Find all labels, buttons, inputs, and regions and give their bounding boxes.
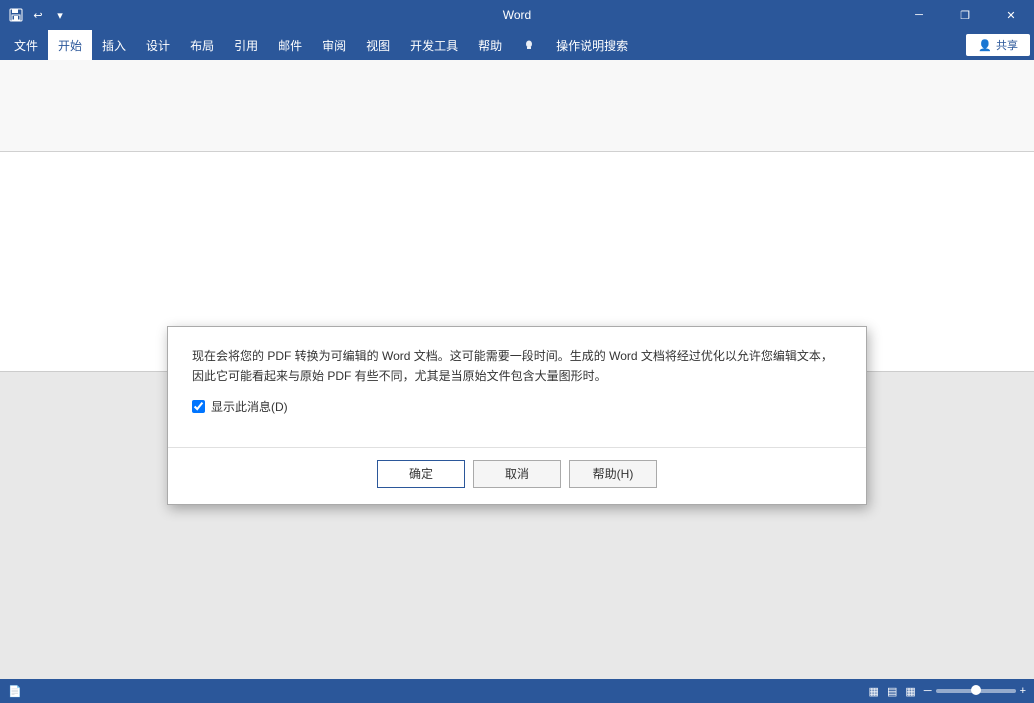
share-area: 👤 共享 <box>966 34 1030 56</box>
undo-button[interactable]: ↩ <box>30 7 46 23</box>
tab-references[interactable]: 引用 <box>224 30 268 60</box>
layout-icon-3[interactable]: ▦ <box>905 685 915 698</box>
user-icon: 👤 <box>978 39 992 52</box>
show-message-checkbox[interactable] <box>192 400 205 413</box>
dialog-checkbox-row: 显示此消息(D) <box>192 398 842 415</box>
status-bar: 📄 ▦ ▤ ▦ ─ + <box>0 679 1034 703</box>
tab-search[interactable]: 操作说明搜索 <box>546 30 638 60</box>
title-bar: ↩ ▾ Word ─ ❐ ✕ <box>0 0 1034 30</box>
tab-design[interactable]: 设计 <box>136 30 180 60</box>
zoom-minus-button[interactable]: ─ <box>924 685 932 697</box>
tab-file[interactable]: 文件 <box>4 30 48 60</box>
title-bar-left: ↩ ▾ <box>8 7 68 23</box>
help-button[interactable]: 帮助(H) <box>569 460 657 488</box>
dialog-box: 现在会将您的 PDF 转换为可编辑的 Word 文档。这可能需要一段时间。生成的… <box>167 326 867 504</box>
share-button[interactable]: 👤 共享 <box>966 34 1030 56</box>
tab-review[interactable]: 审阅 <box>312 30 356 60</box>
app-title: Word <box>503 8 531 22</box>
tab-developer[interactable]: 开发工具 <box>400 30 468 60</box>
tab-home[interactable]: 开始 <box>48 30 92 60</box>
confirm-button[interactable]: 确定 <box>377 460 465 488</box>
cancel-button[interactable]: 取消 <box>473 460 561 488</box>
dialog-overlay: 现在会将您的 PDF 转换为可编辑的 Word 文档。这可能需要一段时间。生成的… <box>0 152 1034 679</box>
minimize-button[interactable]: ─ <box>896 0 942 30</box>
tab-help[interactable]: 帮助 <box>468 30 512 60</box>
layout-icon[interactable]: ▦ <box>869 685 879 698</box>
zoom-slider[interactable] <box>936 689 1016 693</box>
zoom-controls: ─ + <box>924 685 1026 697</box>
show-message-label[interactable]: 显示此消息(D) <box>211 398 288 415</box>
tab-insert[interactable]: 插入 <box>92 30 136 60</box>
ribbon-tabs: 文件 开始 插入 设计 布局 引用 邮件 审阅 视图 开发工具 帮助 操作说明搜… <box>0 30 1034 60</box>
zoom-plus-button[interactable]: + <box>1020 685 1026 697</box>
dialog-buttons: 确定 取消 帮助(H) <box>168 460 866 504</box>
status-bar-left: 📄 <box>8 685 22 698</box>
tab-layout[interactable]: 布局 <box>180 30 224 60</box>
dialog-message: 现在会将您的 PDF 转换为可编辑的 Word 文档。这可能需要一段时间。生成的… <box>192 347 842 385</box>
restore-button[interactable]: ❐ <box>942 0 988 30</box>
close-button[interactable]: ✕ <box>988 0 1034 30</box>
tab-mailings[interactable]: 邮件 <box>268 30 312 60</box>
ribbon-content <box>0 60 1034 152</box>
window-controls: ─ ❐ ✕ <box>896 0 1034 30</box>
tab-lightbulb[interactable] <box>512 30 546 60</box>
dropdown-button[interactable]: ▾ <box>52 7 68 23</box>
status-bar-right: ▦ ▤ ▦ ─ + <box>869 685 1026 698</box>
zoom-thumb <box>971 685 981 695</box>
save-icon[interactable] <box>8 7 24 23</box>
tab-view[interactable]: 视图 <box>356 30 400 60</box>
dialog-content: 现在会将您的 PDF 转换为可编辑的 Word 文档。这可能需要一段时间。生成的… <box>168 327 866 446</box>
main-area: 现在会将您的 PDF 转换为可编辑的 Word 文档。这可能需要一段时间。生成的… <box>0 152 1034 679</box>
page-status-icon: 📄 <box>8 685 22 698</box>
dialog-separator <box>168 447 866 448</box>
layout-icon-2[interactable]: ▤ <box>887 685 897 698</box>
